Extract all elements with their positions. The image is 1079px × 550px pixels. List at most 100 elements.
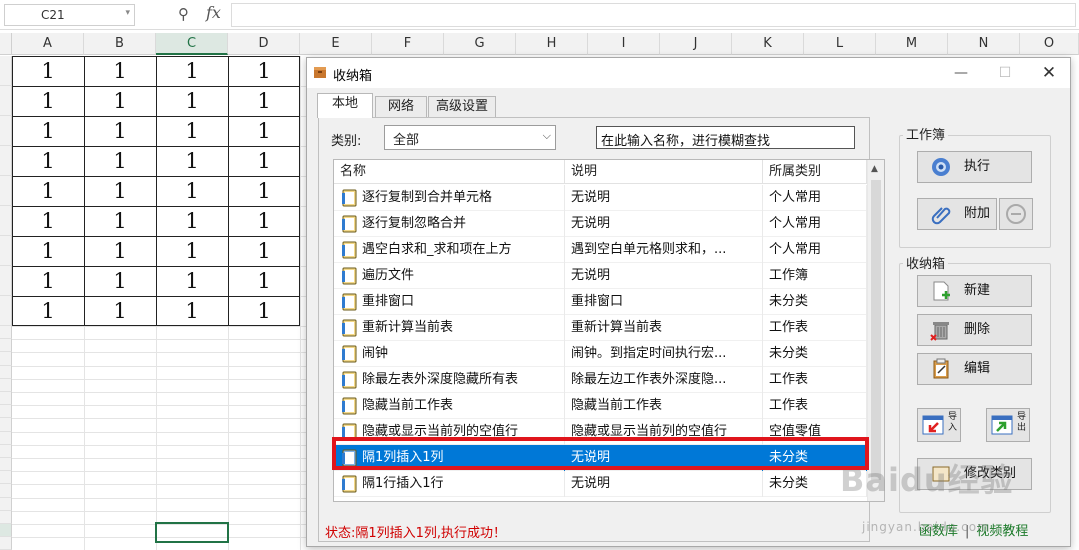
sheet-cell[interactable]: 1 [156, 56, 228, 86]
new-button[interactable]: 新建 [917, 275, 1032, 307]
sheet-cell[interactable]: 1 [12, 296, 84, 326]
row-header[interactable] [0, 116, 12, 146]
list-item[interactable]: 隐藏当前工作表 隐藏当前工作表 工作表 [334, 393, 867, 419]
row-header[interactable] [0, 365, 12, 379]
sheet-cell[interactable]: 1 [228, 176, 300, 206]
import-button[interactable]: 导入 [917, 408, 961, 442]
row-header[interactable] [0, 206, 12, 236]
tab-network[interactable]: 网络 [375, 96, 427, 118]
list-item[interactable]: 隔1列插入1列 无说明 未分类 [334, 445, 867, 471]
attach-button[interactable]: 附加 [917, 198, 997, 230]
list-item[interactable]: 隔1行插入1行 无说明 未分类 [334, 471, 867, 497]
select-all-corner[interactable] [0, 33, 12, 55]
list-item[interactable]: 除最左表外深度隐藏所有表 除最左边工作表外深度隐... 工作表 [334, 367, 867, 393]
sheet-cell[interactable]: 1 [156, 176, 228, 206]
sheet-cell[interactable]: 1 [156, 266, 228, 296]
list-item[interactable]: 隐藏或显示当前列的空值行 隐藏或显示当前列的空值行 空值零值 [334, 419, 867, 445]
sheet-cell[interactable]: 1 [12, 146, 84, 176]
sheet-cell[interactable]: 1 [12, 206, 84, 236]
column-header-c[interactable]: C [156, 33, 228, 55]
list-item[interactable]: 逐行复制忽略合并 无说明 个人常用 [334, 211, 867, 237]
row-header[interactable] [0, 236, 12, 266]
chevron-down-icon[interactable]: ⌵ [543, 129, 551, 143]
sheet-cell[interactable]: 1 [228, 86, 300, 116]
column-header-f[interactable]: F [372, 33, 444, 55]
column-header-e[interactable]: E [300, 33, 372, 55]
row-header[interactable] [0, 405, 12, 419]
sheet-cell[interactable]: 1 [84, 206, 156, 236]
sheet-cell[interactable]: 1 [12, 176, 84, 206]
column-header-n[interactable]: N [948, 33, 1020, 55]
sheet-cell[interactable]: 1 [84, 56, 156, 86]
sheet-cell[interactable]: 1 [228, 236, 300, 266]
minimize-button[interactable]: — [943, 62, 979, 84]
row-header[interactable] [0, 352, 12, 366]
tab-advanced-settings[interactable]: 高级设置 [428, 96, 496, 118]
row-header[interactable] [0, 326, 12, 340]
chevron-down-icon[interactable]: ▾ [125, 8, 130, 18]
delete-button[interactable]: 删除 [917, 314, 1032, 346]
sheet-cell[interactable]: 1 [84, 146, 156, 176]
edit-button[interactable]: 编辑 [917, 353, 1032, 385]
row-header[interactable] [0, 86, 12, 116]
sheet-cell[interactable]: 1 [156, 146, 228, 176]
list-scrollbar[interactable]: ▲ [867, 160, 884, 501]
column-header-j[interactable]: J [660, 33, 732, 55]
sheet-cell[interactable]: 1 [12, 56, 84, 86]
sheet-cell[interactable]: 1 [156, 236, 228, 266]
sheet-cell[interactable]: 1 [84, 176, 156, 206]
column-header-name[interactable]: 名称 [334, 160, 565, 184]
sheet-cell[interactable]: 1 [84, 236, 156, 266]
list-item[interactable]: 闹钟 闹钟。到指定时间执行宏... 未分类 [334, 341, 867, 367]
column-header-i[interactable]: I [588, 33, 660, 55]
execute-button[interactable]: 执行 [917, 151, 1032, 183]
sheet-cell[interactable]: 1 [12, 116, 84, 146]
row-header[interactable] [0, 458, 12, 472]
column-header-description[interactable]: 说明 [565, 160, 763, 184]
scroll-thumb[interactable] [871, 180, 881, 480]
scroll-up-icon[interactable]: ▲ [871, 164, 878, 174]
row-header[interactable] [0, 378, 12, 392]
row-header[interactable] [0, 484, 12, 498]
remove-button[interactable] [999, 198, 1033, 230]
row-header[interactable] [0, 176, 12, 206]
sheet-cell[interactable]: 1 [12, 266, 84, 296]
column-header-h[interactable]: H [516, 33, 588, 55]
search-input[interactable] [596, 126, 855, 149]
row-header[interactable] [0, 497, 12, 511]
name-box[interactable]: C21 ▾ [4, 4, 135, 26]
row-header[interactable] [0, 146, 12, 176]
row-header[interactable] [0, 431, 12, 445]
row-header[interactable] [0, 296, 12, 326]
sheet-cell[interactable]: 1 [156, 206, 228, 236]
row-header[interactable] [0, 266, 12, 296]
row-header[interactable] [0, 471, 12, 485]
row-header[interactable] [0, 537, 12, 550]
sheet-cell[interactable]: 1 [84, 266, 156, 296]
sheet-cell[interactable]: 1 [228, 146, 300, 176]
sheet-cell[interactable]: 1 [228, 296, 300, 326]
column-header-g[interactable]: G [444, 33, 516, 55]
sheet-cell[interactable]: 1 [156, 116, 228, 146]
column-header-b[interactable]: B [84, 33, 156, 55]
row-header[interactable] [0, 510, 12, 524]
column-header-l[interactable]: L [804, 33, 876, 55]
list-item[interactable]: 逐行复制到合并单元格 无说明 个人常用 [334, 185, 867, 211]
sheet-cell[interactable]: 1 [84, 86, 156, 116]
column-header-k[interactable]: K [732, 33, 804, 55]
column-header-o[interactable]: O [1020, 33, 1079, 55]
sheet-cell[interactable]: 1 [228, 56, 300, 86]
export-button[interactable]: 导出 [986, 408, 1030, 442]
row-header[interactable] [0, 444, 12, 458]
tab-local[interactable]: 本地 [317, 93, 373, 118]
sheet-cell[interactable]: 1 [156, 296, 228, 326]
list-item[interactable]: 重排窗口 重排窗口 未分类 [334, 289, 867, 315]
close-button[interactable]: ✕ [1031, 62, 1067, 84]
column-header-m[interactable]: M [876, 33, 948, 55]
list-item[interactable]: 遇空白求和_求和项在上方 遇到空白单元格则求和，... 个人常用 [334, 237, 867, 263]
row-header[interactable] [0, 418, 12, 432]
sheet-cell[interactable]: 1 [228, 206, 300, 236]
maximize-button[interactable]: ☐ [987, 62, 1023, 84]
sheet-cell[interactable]: 1 [12, 236, 84, 266]
column-header-category[interactable]: 所属类别 [763, 160, 867, 184]
